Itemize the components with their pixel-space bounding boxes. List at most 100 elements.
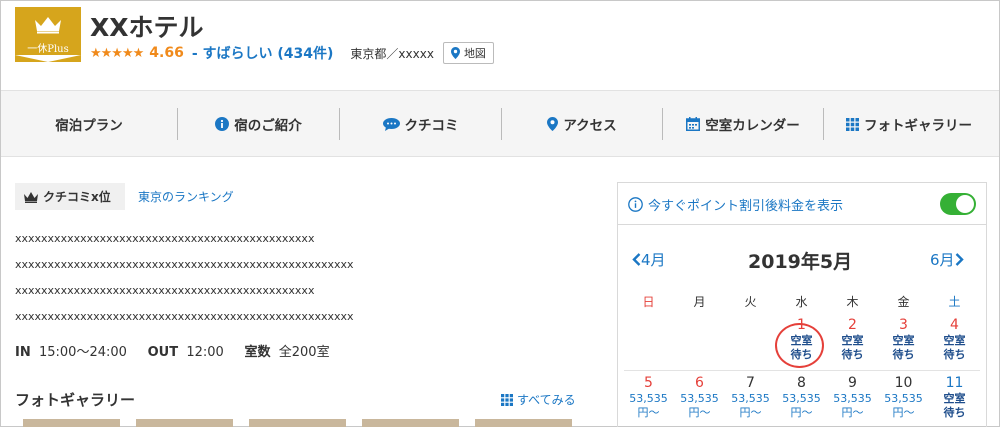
logo-ribbon xyxy=(15,55,81,62)
next-month-button[interactable]: 6月 xyxy=(930,249,964,270)
rating-row: ★★★★★ 4.66 - すばらしい (434件) 東京都／xxxxx 地図 xyxy=(90,42,494,64)
prev-month-button[interactable]: 4月 xyxy=(632,249,666,270)
rooms-label: 室数 xyxy=(244,345,271,360)
calendar-day-cell[interactable]: 5 53,535 円〜 xyxy=(623,375,674,419)
crown-icon xyxy=(35,17,61,34)
ranking-badge: クチコミx位 xyxy=(15,183,125,210)
nav-reviews[interactable]: クチコミ xyxy=(340,91,501,157)
day-status: 空室 xyxy=(943,334,966,347)
review-link[interactable]: - すばらしい (434件) xyxy=(192,43,334,63)
day-number: 2 xyxy=(848,317,857,333)
ikyu-plus-logo[interactable]: 一休Plus xyxy=(15,7,81,62)
day-price-suffix: 円〜 xyxy=(739,406,762,419)
day-number: 10 xyxy=(894,375,913,391)
day-price-suffix: 円〜 xyxy=(688,406,711,419)
highlight-circle xyxy=(775,323,824,368)
nav-access[interactable]: アクセス xyxy=(502,91,662,157)
points-discount-label-wrap: 今すぐポイント割引後料金を表示 xyxy=(628,195,843,214)
speech-bubble-icon xyxy=(382,117,400,131)
checkin-info: IN 15:00〜24:00 OUT 12:00 室数 全200室 xyxy=(15,341,330,360)
tokyo-ranking-link[interactable]: 東京のランキング xyxy=(138,188,234,205)
day-number: 5 xyxy=(644,375,653,391)
calendar-icon xyxy=(686,117,701,131)
points-discount-row: 今すぐポイント割引後料金を表示 xyxy=(618,183,986,225)
rooms-value: 全200室 xyxy=(278,345,330,360)
calendar-day-cell[interactable]: 4 空室 待ち xyxy=(929,317,980,361)
day-price-suffix: 円〜 xyxy=(790,406,813,419)
day-price-suffix: 円〜 xyxy=(637,406,660,419)
calendar-day-cell[interactable]: 8 53,535 円〜 xyxy=(776,375,827,419)
see-all-label: すべてみる xyxy=(517,393,576,407)
checkin-label: IN xyxy=(15,345,31,360)
calendar-day-cell[interactable]: 7 53,535 円〜 xyxy=(725,375,776,419)
description-line: xxxxxxxxxxxxxxxxxxxxxxxxxxxxxxxxxxxxxxxx… xyxy=(15,284,315,297)
points-discount-toggle[interactable] xyxy=(940,193,976,215)
ranking-badge-label: クチコミx位 xyxy=(43,190,111,204)
day-price: 53,535 xyxy=(680,392,719,405)
gallery-thumbnail[interactable] xyxy=(475,419,572,427)
calendar-day-cell[interactable]: 2 空室 待ち xyxy=(827,317,878,361)
info-circle-icon xyxy=(628,197,643,212)
grid-icon xyxy=(501,393,513,406)
checkout-label: OUT xyxy=(147,345,179,360)
availability-calendar-panel: 今すぐポイント割引後料金を表示 4月 2019年5月 6月 日 月 火 水 木 … xyxy=(617,182,987,427)
day-status: 空室 xyxy=(892,334,915,347)
location-pin-icon xyxy=(547,117,559,131)
nav-availability-calendar[interactable]: 空室カレンダー xyxy=(663,91,823,157)
day-number: 7 xyxy=(746,375,755,391)
day-price: 53,535 xyxy=(833,392,872,405)
weekday-mon: 月 xyxy=(693,295,706,309)
day-price: 53,535 xyxy=(731,392,770,405)
weekday-fri: 金 xyxy=(897,295,910,309)
day-number: 4 xyxy=(950,317,959,333)
rating-score: 4.66 xyxy=(149,45,184,61)
day-number: 3 xyxy=(899,317,908,333)
nav-photo-gallery-label: フォトギャラリー xyxy=(864,118,972,134)
day-price: 53,535 xyxy=(629,392,668,405)
rating-stars: ★★★★★ xyxy=(90,45,144,61)
map-pin-icon xyxy=(450,47,460,59)
calendar-day-cell[interactable]: 6 53,535 円〜 xyxy=(674,375,725,419)
map-button[interactable]: 地図 xyxy=(442,42,494,64)
grid-icon xyxy=(846,117,859,131)
description-line: xxxxxxxxxxxxxxxxxxxxxxxxxxxxxxxxxxxxxxxx… xyxy=(15,310,354,323)
day-number: 11 xyxy=(945,375,964,391)
day-status: 空室 xyxy=(943,392,966,405)
gallery-thumbnail[interactable] xyxy=(249,419,346,427)
nav-photo-gallery[interactable]: フォトギャラリー xyxy=(824,91,994,157)
day-number: 6 xyxy=(695,375,704,391)
calendar-day-cell[interactable]: 11 空室 待ち xyxy=(929,375,980,419)
nav-availability-calendar-label: 空室カレンダー xyxy=(705,118,800,134)
checkout-value: 12:00 xyxy=(186,345,224,360)
chevron-right-icon xyxy=(955,253,964,266)
calendar-month-title: 2019年5月 xyxy=(748,251,853,273)
description-line: xxxxxxxxxxxxxxxxxxxxxxxxxxxxxxxxxxxxxxxx… xyxy=(15,232,315,245)
weekday-tue: 火 xyxy=(744,295,757,309)
gallery-thumbnail[interactable] xyxy=(362,419,459,427)
photo-gallery-title: フォトギャラリー xyxy=(15,391,136,409)
description-line: xxxxxxxxxxxxxxxxxxxxxxxxxxxxxxxxxxxxxxxx… xyxy=(15,258,354,271)
gallery-thumbnail[interactable] xyxy=(136,419,233,427)
checkin-value: 15:00〜24:00 xyxy=(38,345,127,360)
calendar-day-cell[interactable]: 10 53,535 円〜 xyxy=(878,375,929,419)
nav-introduction[interactable]: 宿のご紹介 xyxy=(178,91,339,157)
day-number: 9 xyxy=(848,375,857,391)
nav-plans[interactable]: 宿泊プラン xyxy=(1,91,177,157)
day-status: 待ち xyxy=(943,406,966,419)
weekday-wed: 水 xyxy=(795,295,808,309)
points-discount-label: 今すぐポイント割引後料金を表示 xyxy=(648,199,844,214)
gallery-thumbnail[interactable] xyxy=(23,419,120,427)
day-price: 53,535 xyxy=(782,392,821,405)
weekday-sat: 土 xyxy=(948,295,961,309)
hotel-address: 東京都／xxxxx xyxy=(350,46,434,61)
day-status: 待ち xyxy=(892,348,915,361)
toggle-knob xyxy=(956,195,974,213)
nav-reviews-label: クチコミ xyxy=(404,118,459,134)
calendar-day-cell[interactable]: 9 53,535 円〜 xyxy=(827,375,878,419)
calendar-day-cell[interactable]: 3 空室 待ち xyxy=(878,317,929,361)
day-price: 53,535 xyxy=(884,392,923,405)
hotel-header: 一休Plus XXホテル ★★★★★ 4.66 - すばらしい (434件) 東… xyxy=(1,1,999,89)
weekday-thu: 木 xyxy=(846,295,859,309)
see-all-link[interactable]: すべてみる xyxy=(501,391,576,408)
next-month-label: 6月 xyxy=(930,251,955,269)
